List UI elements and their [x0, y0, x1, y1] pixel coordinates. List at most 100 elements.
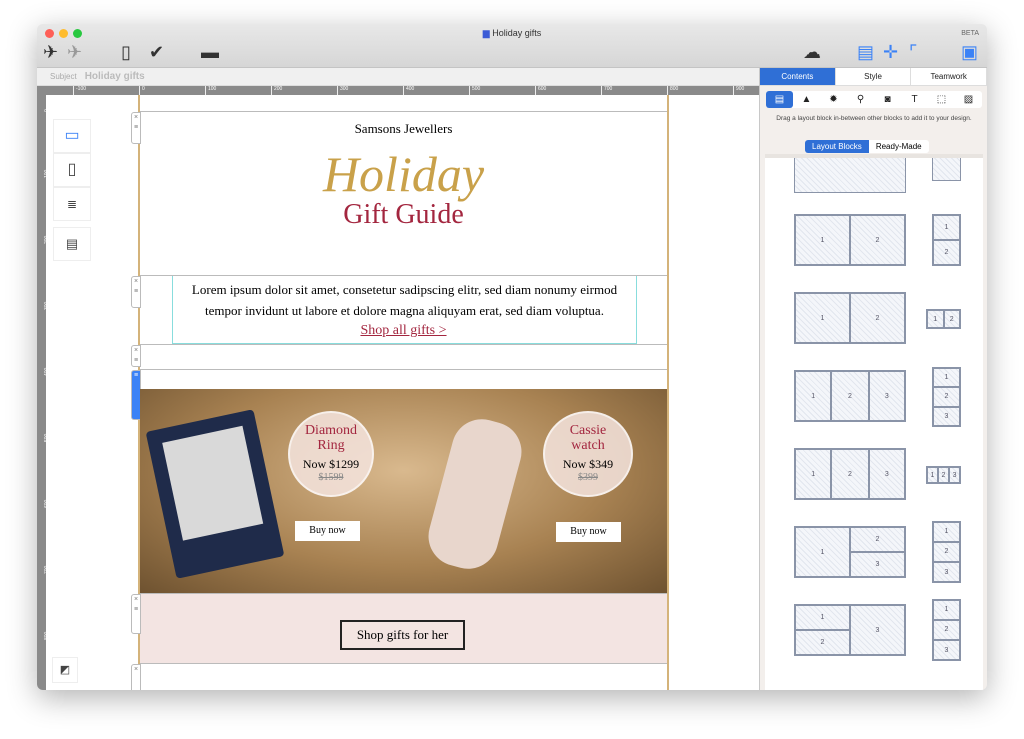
layout-icon[interactable]: ▤: [857, 42, 874, 62]
layout-block[interactable]: 123: [932, 367, 961, 427]
sidebar-toggle-icon[interactable]: ▣: [961, 42, 978, 62]
preview-plane-icon[interactable]: ✈: [67, 42, 82, 62]
layout-cell: 1: [795, 527, 850, 577]
layout-cell: 3: [933, 562, 960, 582]
selection-icon[interactable]: ⬚: [928, 91, 955, 108]
ruler-tick: 300: [337, 86, 348, 95]
text-icon[interactable]: T: [901, 91, 928, 108]
layout-block[interactable]: [794, 158, 906, 193]
product-old-price: $1599: [318, 472, 344, 483]
document-icon: ▆: [482, 28, 490, 38]
block-handle[interactable]: × ≡: [131, 112, 141, 144]
cloud-icon[interactable]: ☁: [803, 42, 821, 62]
layout-block[interactable]: 123: [932, 521, 961, 583]
watch-image: [421, 412, 529, 576]
buy-now-button[interactable]: Buy now: [556, 522, 621, 542]
segment-ready-made[interactable]: Ready-Made: [869, 140, 929, 153]
footer-block[interactable]: ×: [131, 663, 667, 690]
layout-cell: 2: [933, 619, 960, 641]
body-text: Lorem ipsum dolor sit amet, consetetur s…: [191, 282, 618, 318]
tab-teamwork[interactable]: Teamwork: [911, 68, 987, 85]
layout-block-list[interactable]: 12121212123123123123123123123123: [765, 154, 983, 690]
layout-cell: 2: [850, 215, 905, 265]
layout-block[interactable]: 12: [926, 309, 961, 329]
ruler-tick: 900: [733, 86, 744, 95]
send-plane-icon[interactable]: ✈: [43, 42, 58, 62]
ruler-tick: 600: [535, 86, 546, 95]
layout-cell: 3: [933, 406, 960, 426]
move-arrows-icon[interactable]: ✛: [883, 42, 898, 62]
header-block[interactable]: × ≡ Samsons Jewellers Holiday Gift Guide: [131, 111, 667, 275]
block-handle[interactable]: ×: [131, 664, 141, 690]
layout-block[interactable]: 123: [794, 526, 906, 578]
spacer-block[interactable]: ≡: [131, 369, 667, 420]
layout-blocks-icon[interactable]: ▤: [766, 91, 793, 108]
layout-cell: 2: [795, 630, 850, 655]
subject-input[interactable]: Holiday gifts: [85, 71, 145, 82]
layout-block[interactable]: [932, 158, 961, 181]
buy-now-button[interactable]: Buy now: [295, 521, 360, 541]
layout-block[interactable]: 12: [932, 214, 961, 266]
approve-reject-icon[interactable]: ▬: [201, 42, 219, 62]
layout-cell: 3: [868, 371, 905, 421]
product-badge: Diamond Ring Now $1299 $1599: [288, 411, 374, 497]
product-old-price: $399: [578, 472, 598, 483]
block-handle[interactable]: × ≡: [131, 276, 141, 308]
layout-block[interactable]: 12: [794, 292, 906, 344]
spacer-block[interactable]: × ≡: [131, 344, 667, 369]
product-block[interactable]: Diamond Ring Now $1299 $1599 Buy now Cas…: [140, 389, 667, 593]
cta-block[interactable]: × ≡ Shop gifts for her: [131, 593, 667, 663]
text-view-icon[interactable]: ≣: [53, 187, 91, 221]
badge-icon[interactable]: ✹: [820, 91, 847, 108]
layers-icon[interactable]: ◩: [52, 657, 78, 683]
layout-block[interactable]: 123: [794, 604, 906, 656]
ruler-tick: 0: [139, 86, 145, 95]
layout-cell: 1: [933, 368, 960, 388]
layout-cell: 2: [933, 541, 960, 563]
app-window: ▆ Holiday gifts BETA ✈ ✈ ▯ ✔ ▬ ☁ ▤ ✛ ⌜ ▣…: [37, 24, 987, 690]
mobile-view-icon[interactable]: ▯: [53, 153, 91, 187]
block-handle[interactable]: × ≡: [131, 345, 141, 367]
layout-cell: 3: [850, 552, 905, 577]
pin-icon[interactable]: ⚲: [847, 91, 874, 108]
layout-cell: 1: [795, 293, 850, 343]
product-name: Cassie watch: [569, 423, 607, 453]
image-icon[interactable]: ▨: [955, 91, 982, 108]
check-circle-icon[interactable]: ✔: [149, 42, 164, 62]
design-canvas: ▭ ▯ ≣ ▤ ◩ × ≡ Samsons Jewellers Holiday G…: [46, 95, 759, 690]
block-handle[interactable]: × ≡: [131, 594, 141, 634]
layout-cell: 1: [795, 449, 832, 499]
layout-cell: 1: [933, 600, 960, 620]
devices-icon[interactable]: ▯: [121, 42, 131, 62]
shapes-icon[interactable]: ▲: [793, 91, 820, 108]
layout-cell: 3: [850, 605, 905, 655]
desktop-view-icon[interactable]: ▭: [53, 119, 91, 153]
product-price: Now $349: [562, 457, 614, 471]
ruler-tick: 400: [403, 86, 414, 95]
layout-block[interactable]: 123: [794, 370, 906, 422]
text-block[interactable]: × ≡ Lorem ipsum dolor sit amet, consetetu…: [131, 275, 667, 344]
email-design: × ≡ Samsons Jewellers Holiday Gift Guide …: [131, 95, 669, 690]
tab-style[interactable]: Style: [836, 68, 912, 85]
ruler-tick: 500: [469, 86, 480, 95]
layout-cell: 2: [937, 467, 950, 483]
segment-layout-blocks[interactable]: Layout Blocks: [805, 140, 869, 153]
shop-her-button[interactable]: Shop gifts for her: [340, 620, 465, 650]
ruler-tick: 700: [601, 86, 612, 95]
tab-contents[interactable]: Contents: [760, 68, 836, 85]
layout-block[interactable]: 12: [794, 214, 906, 266]
media-icon[interactable]: ◙: [874, 91, 901, 108]
ruler-tick: 800: [667, 86, 678, 95]
layout-cell: 2: [933, 240, 960, 265]
ring-box-image: [145, 409, 285, 579]
browser-view-icon[interactable]: ▤: [53, 227, 91, 261]
layout-cell: 2: [850, 527, 905, 552]
layout-block[interactable]: 123: [794, 448, 906, 500]
toolbar: ▆ Holiday gifts BETA ✈ ✈ ▯ ✔ ▬ ☁ ▤ ✛ ⌜ ▣: [37, 24, 987, 68]
rulers-icon[interactable]: ⌜: [909, 42, 917, 62]
layout-block[interactable]: 123: [926, 466, 961, 484]
shop-all-link[interactable]: Shop all gifts >: [140, 323, 667, 339]
subject-bar[interactable]: Subject Holiday gifts: [37, 68, 759, 86]
beta-badge: BETA: [961, 30, 979, 37]
layout-block[interactable]: 123: [932, 599, 961, 661]
